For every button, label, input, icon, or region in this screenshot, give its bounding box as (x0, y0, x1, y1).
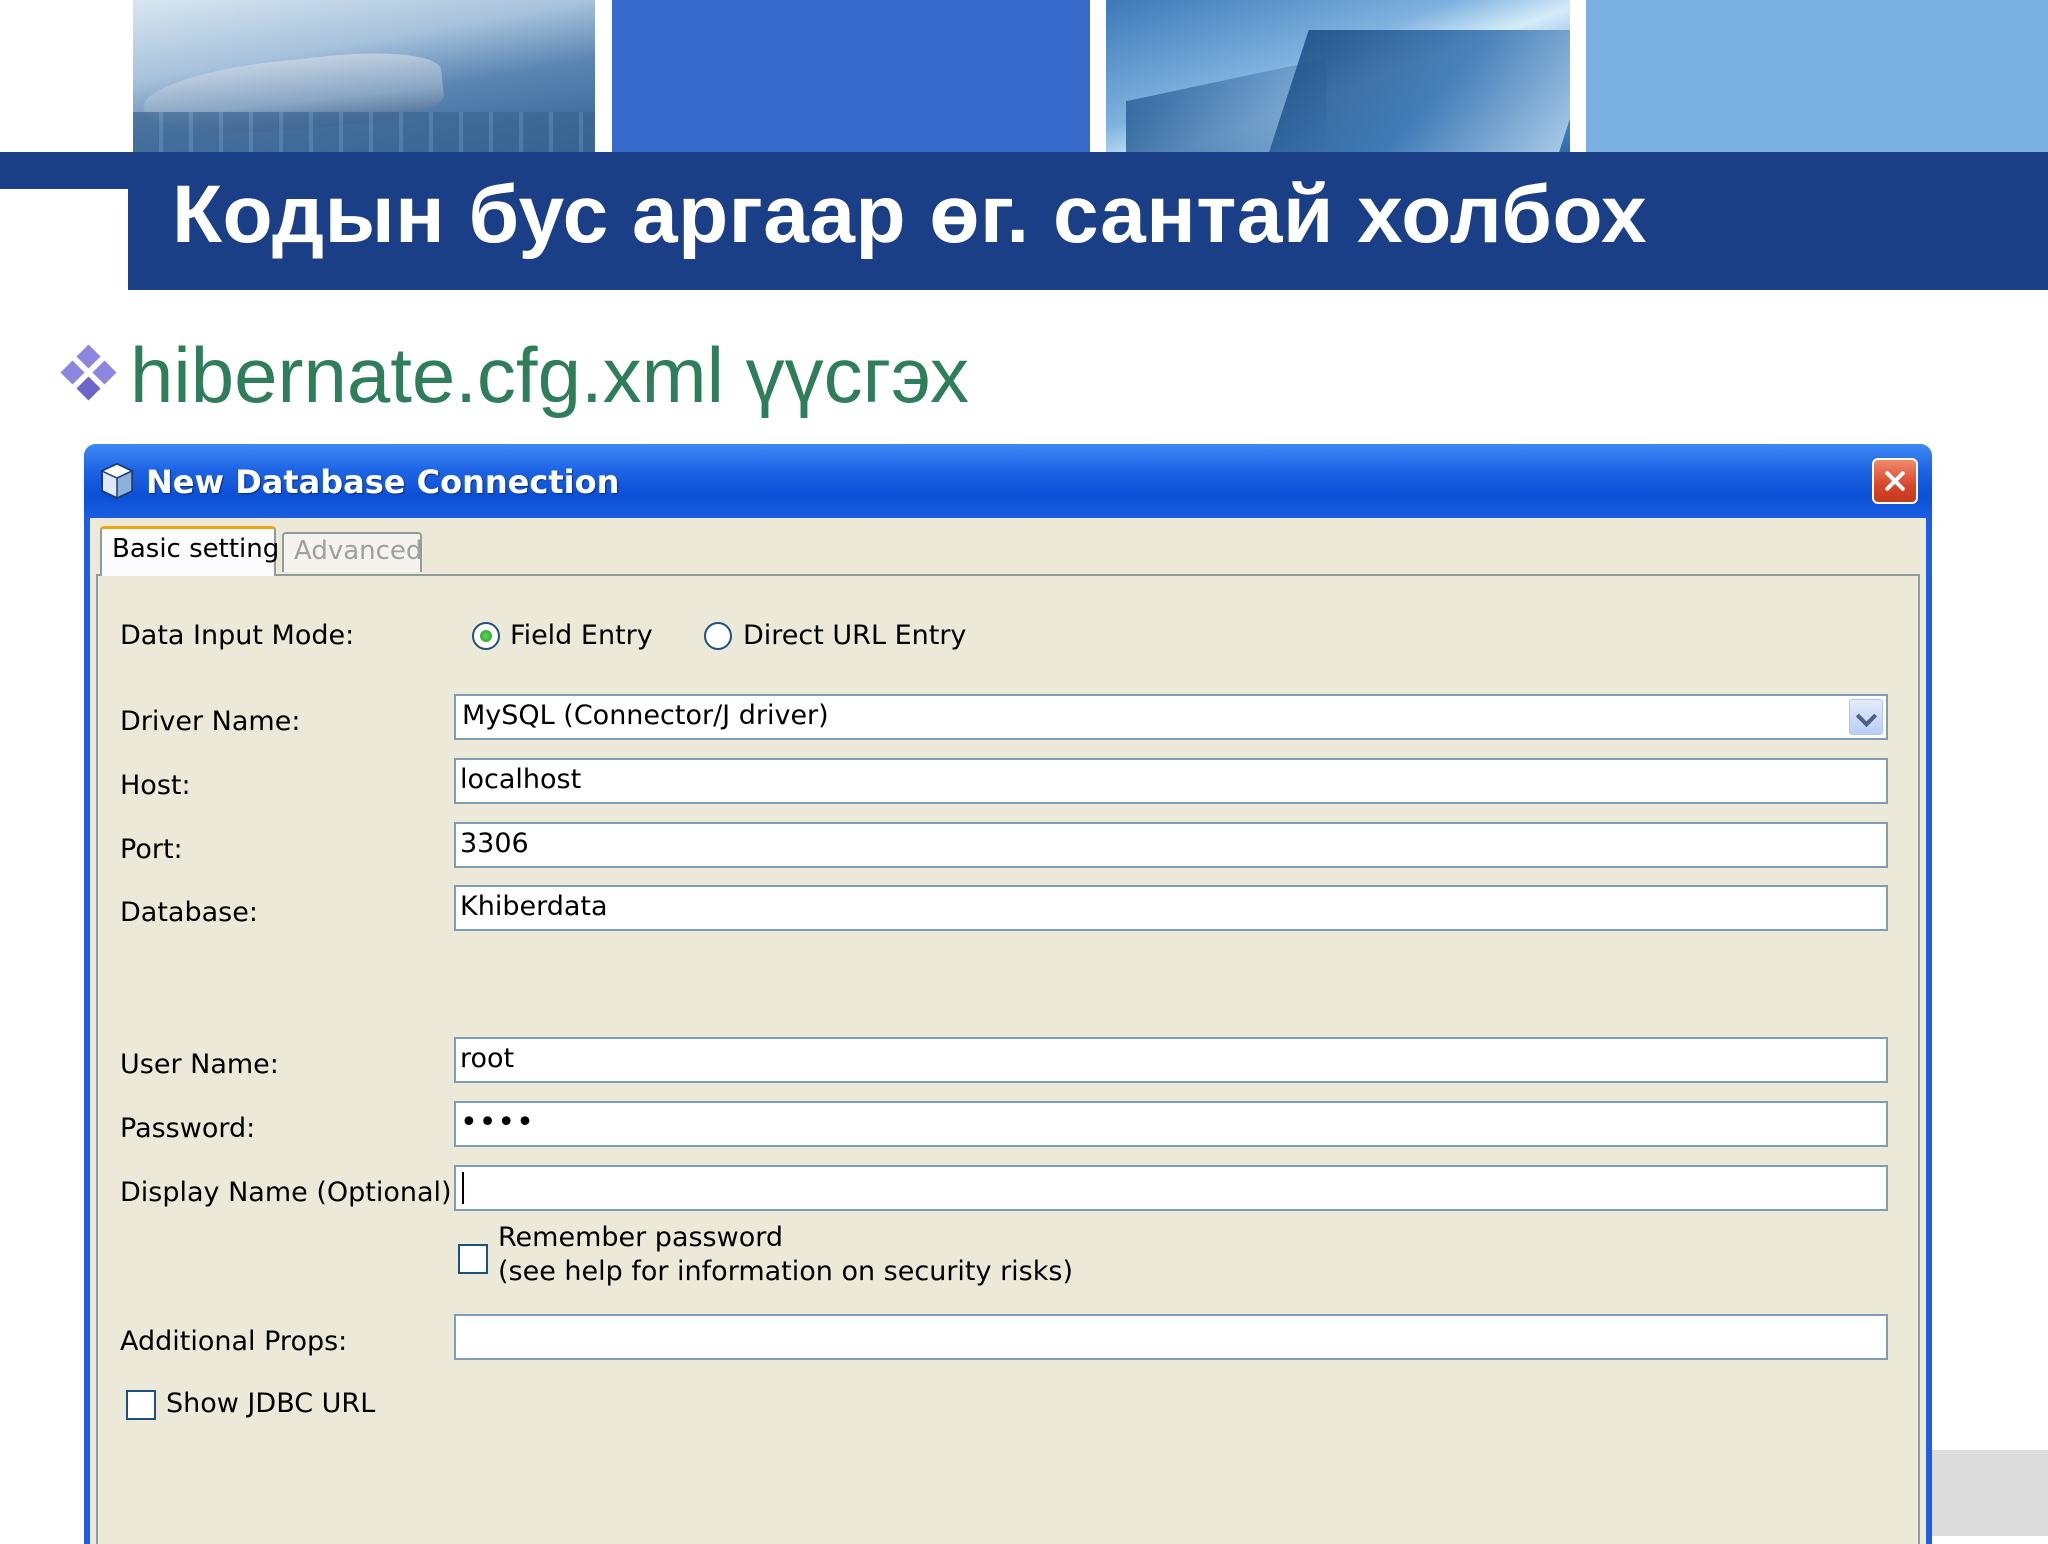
host-input[interactable]: localhost (454, 758, 1888, 804)
show-jdbc-url-label[interactable]: Show JDBC URL (166, 1388, 375, 1419)
port-input[interactable]: 3306 (454, 822, 1888, 868)
port-label: Port: (120, 834, 183, 865)
password-input[interactable]: •••• (454, 1101, 1888, 1147)
text-caret (462, 1171, 464, 1204)
database-label: Database: (120, 897, 258, 928)
bullet-text: hibernate.cfg.xml үүсгэх (130, 331, 969, 419)
password-label: Password: (120, 1113, 256, 1144)
driver-name-label: Driver Name: (120, 706, 301, 737)
direct-url-entry-radio[interactable] (704, 622, 732, 650)
tab-basic-setting[interactable]: Basic setting (100, 526, 279, 576)
remember-password-checkbox[interactable] (458, 1244, 488, 1274)
security-note: (see help for information on security ri… (498, 1256, 1073, 1287)
driver-name-value: MySQL (Connector/J driver) (462, 700, 829, 731)
field-entry-radio[interactable] (472, 622, 500, 650)
close-button[interactable] (1872, 458, 1918, 504)
dialog-titlebar[interactable]: New Database Connection (84, 444, 1932, 518)
show-jdbc-url-checkbox[interactable] (126, 1390, 156, 1420)
dialog-title: New Database Connection (146, 463, 620, 501)
data-input-mode-label: Data Input Mode: (120, 620, 355, 651)
additional-props-label: Additional Props: (120, 1326, 348, 1357)
new-database-connection-dialog: New Database Connection Basic setting Ad… (84, 444, 1932, 1544)
dialog-body: Basic setting Advanced Data Input Mode: … (90, 518, 1926, 1544)
header-photo-building (1106, 0, 1570, 152)
display-name-label: Display Name (Optional): (120, 1177, 461, 1208)
chevron-down-icon[interactable] (1849, 699, 1883, 735)
basic-setting-panel: Data Input Mode: Field Entry Direct URL … (96, 574, 1920, 1544)
bullet-item: hibernate.cfg.xml үүсгэх (60, 330, 969, 421)
header-color-block (612, 0, 1090, 152)
user-name-input[interactable]: root (454, 1037, 1888, 1083)
decor-corner (1931, 1450, 2048, 1536)
database-cube-icon (100, 462, 134, 500)
header-photo-hands (133, 0, 595, 152)
remember-password-label[interactable]: Remember password (498, 1222, 783, 1253)
host-label: Host: (120, 770, 191, 801)
additional-props-input[interactable] (454, 1314, 1888, 1360)
diamond-bullet-icon (60, 344, 118, 402)
header-color-block (1586, 0, 2048, 152)
driver-name-select[interactable]: MySQL (Connector/J driver) (454, 694, 1888, 740)
slide-title: Кодын бус аргаар өг. сантай холбох (172, 169, 1648, 260)
tab-advanced[interactable]: Advanced (282, 532, 422, 572)
display-name-input[interactable] (454, 1165, 1888, 1211)
user-name-label: User Name: (120, 1049, 279, 1080)
field-entry-label[interactable]: Field Entry (510, 620, 653, 651)
direct-url-entry-label[interactable]: Direct URL Entry (743, 620, 966, 651)
database-input[interactable]: Khiberdata (454, 885, 1888, 931)
